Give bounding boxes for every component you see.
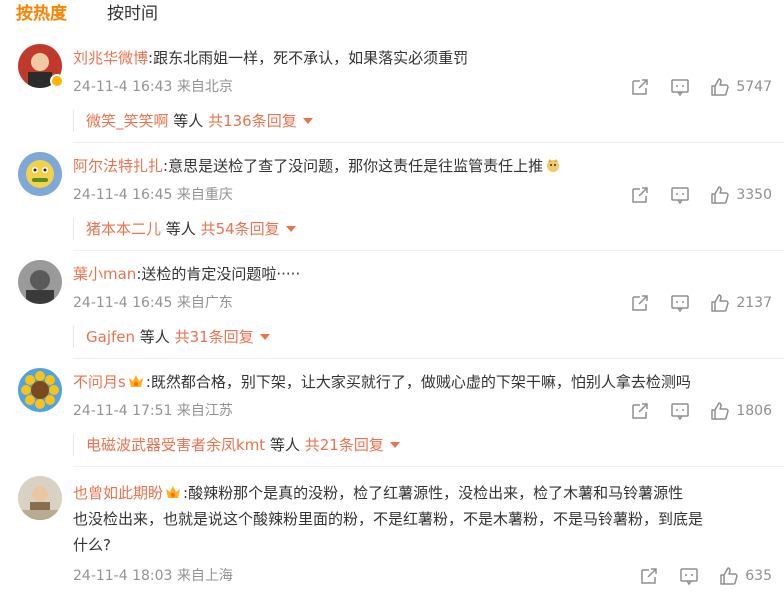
share-icon[interactable]	[630, 293, 650, 313]
comment-icon[interactable]	[679, 566, 699, 586]
chevron-down-icon	[302, 118, 313, 124]
comment-text: 葉小man:送检的肯定没问题啦·····	[73, 261, 773, 287]
comment-body: :意思是送检了查了没问题，那你这责任是往监管责任上推	[163, 157, 544, 175]
comment-actions: 5747	[630, 77, 772, 97]
like-icon[interactable]	[710, 185, 730, 205]
reply-connector: 等人	[173, 112, 204, 130]
comment-icon[interactable]	[670, 293, 690, 313]
chevron-down-icon	[389, 442, 400, 448]
comment-icon[interactable]	[670, 77, 690, 97]
location: 来自江苏	[176, 403, 233, 419]
share-icon[interactable]	[630, 401, 650, 421]
reply-username[interactable]: 微笑_笑笑啊	[86, 112, 169, 130]
comment-body-line1: :酸辣粉那个是真的没粉，检了红薯源性，没检出来，检了木薯和马铃薯源性	[183, 484, 684, 502]
timestamp: 24-11-4 16:43	[73, 79, 173, 95]
divider	[73, 142, 784, 143]
reply-connector: 等人	[269, 436, 300, 454]
divider	[73, 358, 784, 359]
like-count: 5747	[736, 79, 772, 95]
comment-actions: 1806	[630, 401, 772, 421]
like-count: 3350	[736, 187, 772, 203]
reply-count-link[interactable]: 共136条回复	[208, 112, 297, 130]
reply-summary[interactable]: 微笑_笑笑啊 等人 共136条回复	[73, 110, 313, 132]
tab-by-time[interactable]: 按时间	[107, 2, 158, 26]
comment-meta: 24-11-4 16:43 来自北京	[73, 77, 233, 97]
comment-body-line3: 什么?	[73, 536, 111, 554]
share-icon[interactable]	[639, 566, 659, 586]
comment-icon[interactable]	[670, 401, 690, 421]
username-link[interactable]: 阿尔法特扎扎	[73, 157, 163, 175]
username-link[interactable]: 不问月s	[73, 373, 126, 391]
comment-meta: 24-11-4 17:51 来自江苏	[73, 401, 233, 421]
reply-count-link[interactable]: 共54条回复	[201, 220, 280, 238]
chevron-down-icon	[285, 226, 296, 232]
location: 来自北京	[176, 79, 233, 95]
reply-connector: 等人	[165, 220, 196, 238]
comment-text: 刘兆华微博:跟东北雨姐一样，死不承认，如果落实必须重罚	[73, 45, 773, 71]
crown-icon	[128, 371, 144, 387]
crown-icon	[165, 482, 181, 498]
like-icon[interactable]	[710, 77, 730, 97]
comment-body: :跟东北雨姐一样，死不承认，如果落实必须重罚	[148, 49, 469, 67]
reply-summary[interactable]: 电磁波武器受害者余凤kmt 等人 共21条回复	[73, 434, 400, 456]
share-icon[interactable]	[630, 185, 650, 205]
comment-icon[interactable]	[670, 185, 690, 205]
comment-body-line2: 也没检出来，也就是说这个酸辣粉里面的粉，不是红薯粉，不是木薯粉，不是马铃薯粉，到…	[73, 510, 704, 528]
username-link[interactable]: 刘兆华微博	[73, 49, 148, 67]
comment-meta: 24-11-4 16:45 来自重庆	[73, 185, 233, 205]
like-count: 1806	[736, 403, 772, 419]
divider	[73, 250, 784, 251]
verified-badge-icon	[50, 74, 64, 88]
location: 来自广东	[176, 295, 233, 311]
share-icon[interactable]	[630, 77, 650, 97]
timestamp: 24-11-4 16:45	[73, 295, 173, 311]
doge-emoji-icon	[545, 155, 561, 172]
comment-actions: 2137	[630, 293, 772, 313]
reply-connector: 等人	[139, 328, 170, 346]
comment-actions: 635	[639, 566, 772, 586]
comment-body: :送检的肯定没问题啦·····	[136, 265, 301, 283]
comment-body: :既然都合格，别下架，让大家买就行了，做贼心虚的下架干嘛，怕别人拿去检测吗	[145, 373, 691, 391]
chevron-down-icon	[259, 334, 270, 340]
reply-count-link[interactable]: 共31条回复	[175, 328, 254, 346]
location: 来自上海	[176, 568, 233, 584]
location: 来自重庆	[176, 187, 233, 203]
avatar[interactable]	[18, 368, 62, 412]
timestamp: 24-11-4 16:45	[73, 187, 173, 203]
comment-meta: 24-11-4 16:45 来自广东	[73, 293, 233, 313]
like-icon[interactable]	[710, 401, 730, 421]
timestamp: 24-11-4 17:51	[73, 403, 173, 419]
like-count: 2137	[736, 295, 772, 311]
divider	[73, 466, 784, 467]
sort-tabs: 按热度 按时间	[0, 0, 784, 30]
reply-count-link[interactable]: 共21条回复	[305, 436, 384, 454]
like-count: 635	[745, 568, 772, 584]
comment-text: 阿尔法特扎扎:意思是送检了查了没问题，那你这责任是往监管责任上推	[73, 153, 773, 179]
avatar[interactable]	[18, 476, 62, 520]
reply-username[interactable]: 电磁波武器受害者余凤kmt	[86, 436, 265, 454]
tab-by-heat[interactable]: 按热度	[16, 2, 67, 26]
comment-text: 也曾如此期盼 :酸辣粉那个是真的没粉，检了红薯源性，没检出来，检了木薯和马铃薯源性…	[73, 480, 773, 558]
comment-text: 不问月s :既然都合格，别下架，让大家买就行了，做贼心虚的下架干嘛，怕别人拿去检测…	[73, 369, 773, 395]
username-link[interactable]: 葉小man	[73, 265, 136, 283]
reply-summary[interactable]: 猪本本二儿 等人 共54条回复	[73, 218, 296, 240]
like-icon[interactable]	[710, 293, 730, 313]
avatar[interactable]	[18, 260, 62, 304]
reply-username[interactable]: 猪本本二儿	[86, 220, 161, 238]
reply-summary[interactable]: Gajfen 等人 共31条回复	[73, 326, 270, 348]
comment-actions: 3350	[630, 185, 772, 205]
reply-username[interactable]: Gajfen	[86, 328, 135, 346]
username-link[interactable]: 也曾如此期盼	[73, 484, 163, 502]
timestamp: 24-11-4 18:03	[73, 568, 173, 584]
avatar[interactable]	[18, 152, 62, 196]
comment-meta: 24-11-4 18:03 来自上海	[73, 566, 233, 586]
like-icon[interactable]	[719, 566, 739, 586]
